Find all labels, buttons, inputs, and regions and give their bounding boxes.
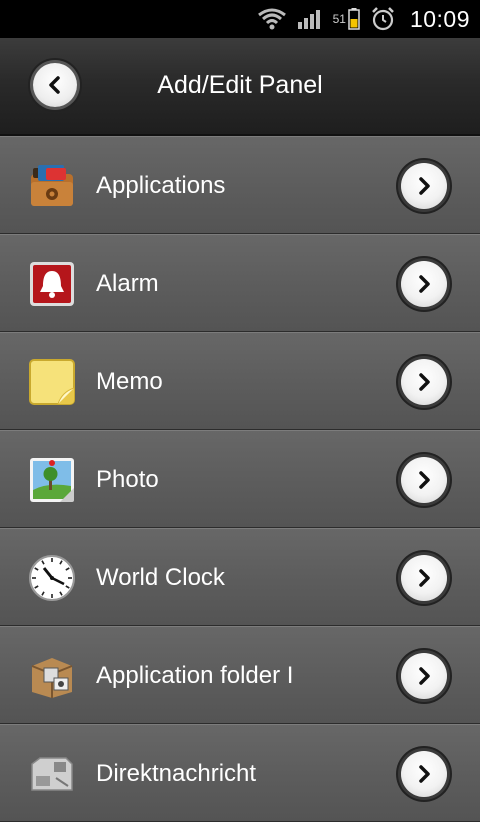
list-item-world-clock[interactable]: World Clock xyxy=(0,528,480,626)
chevron-right-icon xyxy=(419,373,430,391)
direct-message-icon xyxy=(28,750,76,798)
list-item-photo[interactable]: Photo xyxy=(0,430,480,528)
chevron-right-icon xyxy=(419,471,430,489)
memo-note-icon xyxy=(28,358,76,406)
chevron-right-icon xyxy=(419,569,430,587)
list-item-applications[interactable]: Applications xyxy=(0,136,480,234)
open-button[interactable] xyxy=(401,359,447,405)
wifi-icon xyxy=(257,7,287,31)
chevron-right-icon xyxy=(419,765,430,783)
clock-time: 10:09 xyxy=(409,5,470,32)
open-button[interactable] xyxy=(401,751,447,797)
chevron-right-icon xyxy=(419,275,430,293)
chevron-right-icon xyxy=(419,177,430,195)
item-label: Applications xyxy=(96,172,226,199)
alarm-clock-icon xyxy=(370,6,396,32)
open-button[interactable] xyxy=(401,555,447,601)
open-button[interactable] xyxy=(401,457,447,503)
alarm-bell-icon xyxy=(28,260,76,308)
list-item-direct-message[interactable]: Direktnachricht xyxy=(0,724,480,822)
item-label: Alarm xyxy=(96,270,159,297)
list-item-memo[interactable]: Memo xyxy=(0,332,480,430)
application-folder-box-icon xyxy=(28,652,76,700)
header-bar: Add/Edit Panel xyxy=(0,38,480,136)
chevron-right-icon xyxy=(419,667,430,685)
list-item-application-folder[interactable]: Application folder I xyxy=(0,626,480,724)
battery-level: 51 xyxy=(332,12,346,26)
clock-icon xyxy=(28,554,76,602)
open-button[interactable] xyxy=(401,653,447,699)
battery-icon: 51 xyxy=(333,8,360,30)
item-label: World Clock xyxy=(96,564,225,591)
applications-folder-icon xyxy=(28,162,76,210)
panel-list: Applications Alarm Memo Photo World Cloc… xyxy=(0,136,480,822)
photo-icon xyxy=(28,456,76,504)
list-item-alarm[interactable]: Alarm xyxy=(0,234,480,332)
page-title: Add/Edit Panel xyxy=(157,71,323,99)
signal-icon xyxy=(297,8,323,30)
item-label: Application folder I xyxy=(96,662,294,689)
open-button[interactable] xyxy=(401,261,447,307)
item-label: Memo xyxy=(96,368,163,395)
item-label: Direktnachricht xyxy=(96,760,257,787)
status-bar: 51 10:09 xyxy=(0,0,480,38)
item-label: Photo xyxy=(96,466,159,493)
open-button[interactable] xyxy=(401,163,447,209)
